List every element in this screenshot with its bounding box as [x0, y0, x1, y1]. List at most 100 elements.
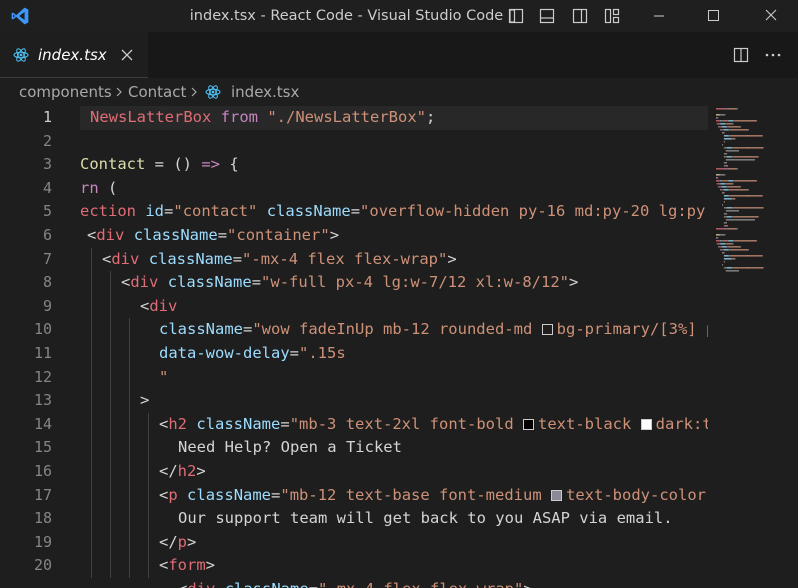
- code-line[interactable]: </p>: [159, 531, 196, 555]
- tab-index-tsx[interactable]: index.tsx: [0, 32, 148, 78]
- code-token: div: [130, 273, 159, 292]
- minimap-mark: [723, 174, 725, 176]
- minimap-mark: [724, 225, 728, 227]
- minimap-mark: [720, 249, 722, 251]
- toggle-panel-icon[interactable]: [539, 8, 555, 24]
- code-token: </: [159, 532, 178, 551]
- minimap-mark: [727, 108, 737, 110]
- minimap-mark: [718, 246, 720, 248]
- minimap-mark: [724, 216, 726, 218]
- code-editor[interactable]: 1 2 3 4 5 6 7 8 9 10 11 12 13 14 15 16 17 18 19 20 NewsLatt…: [0, 106, 798, 588]
- minimap-mark: [725, 156, 727, 158]
- minimap-mark: [736, 168, 738, 170]
- minimap-mark: [726, 207, 727, 209]
- minimap-mark: [731, 267, 733, 269]
- code-token: "w-full px-4 lg:w-7/12 xl:w-8/12": [261, 273, 569, 292]
- code-line[interactable]: <div className="w-full px-4 lg:w-7/12 xl…: [121, 271, 578, 295]
- code-line[interactable]: Need Help? Open a Ticket: [178, 436, 402, 460]
- breadcrumb-components[interactable]: components: [19, 78, 112, 106]
- close-icon[interactable]: [748, 0, 794, 32]
- code-token: ection: [80, 202, 136, 221]
- minimap-mark: [727, 267, 732, 269]
- minimap-mark: [736, 228, 738, 230]
- code-token: =: [309, 580, 318, 588]
- code-line[interactable]: <form>: [159, 554, 215, 578]
- code-token: form: [168, 556, 206, 575]
- breadcrumb-contact[interactable]: Contact: [128, 78, 186, 106]
- minimap-mark: [731, 207, 733, 209]
- toggle-primary-sidebar-icon[interactable]: [508, 8, 524, 24]
- minimize-icon[interactable]: [636, 0, 682, 32]
- minimap-mark: [719, 240, 721, 242]
- code-line[interactable]: ection id="contact" className="overflow-…: [80, 200, 708, 224]
- code-token: rn: [80, 178, 99, 197]
- minimap-mark: [731, 138, 733, 140]
- code-token: className: [133, 226, 218, 244]
- minimap-mark: [729, 195, 747, 197]
- code-token: bg-primary/[3%] py-11 px-8": [556, 320, 708, 339]
- code-line[interactable]: rn (: [80, 177, 117, 201]
- minimap-mark: [725, 243, 727, 245]
- code-line[interactable]: <h2 className="mb-3 text-2xl font-bold t…: [159, 413, 708, 437]
- minimap-mark: [721, 129, 723, 131]
- minimap-mark: [720, 189, 722, 191]
- code-line[interactable]: <div: [140, 295, 177, 319]
- vertical-scrollbar[interactable]: [786, 106, 798, 588]
- code-line[interactable]: Our support team will get back to you AS…: [178, 507, 673, 531]
- code-line[interactable]: data-wow-delay=".15s: [159, 342, 346, 366]
- code-line[interactable]: </h2>: [159, 460, 206, 484]
- minimap-mark: [723, 228, 725, 230]
- close-tab-icon[interactable]: [120, 48, 134, 62]
- minimap-mark: [716, 177, 718, 179]
- code-line[interactable]: ": [159, 366, 168, 390]
- minimap-mark: [722, 192, 723, 194]
- minimap-mark: [724, 165, 728, 167]
- code-token: <: [140, 296, 150, 315]
- split-editor-icon[interactable]: [733, 47, 749, 63]
- line-number: 10: [33, 320, 52, 339]
- minimap-mark: [746, 135, 748, 137]
- minimap-mark: [724, 156, 726, 158]
- minimap-mark: [732, 243, 734, 245]
- minimap-mark: [723, 162, 725, 164]
- minimap-mark: [718, 186, 720, 188]
- more-actions-icon[interactable]: [764, 47, 782, 63]
- code-line[interactable]: <p className="mb-12 text-base font-mediu…: [159, 484, 708, 508]
- minimap-mark: [724, 228, 727, 230]
- minimap-mark: [727, 147, 732, 149]
- code-token: >: [568, 273, 579, 292]
- code-line[interactable]: <div className="-mx-4 flex flex-wrap">: [102, 248, 457, 272]
- maximize-icon[interactable]: [690, 0, 736, 32]
- minimap-mark: [728, 180, 734, 182]
- minimap-mark: [723, 114, 725, 116]
- minimap-mark: [721, 240, 723, 242]
- minimap-mark: [725, 123, 727, 125]
- minimap-mark: [723, 141, 725, 143]
- minimap-mark: [723, 267, 725, 269]
- code-line[interactable]: className="wow fadeInUp mb-12 rounded-md…: [159, 318, 708, 342]
- breadcrumb-file[interactable]: index.tsx: [231, 78, 299, 106]
- minimap-mark: [747, 249, 749, 251]
- code-line[interactable]: <div className="-mx-4 flex flex-wrap">: [178, 578, 533, 588]
- line-number: 3: [42, 155, 52, 174]
- toggle-secondary-sidebar-icon[interactable]: [572, 8, 588, 24]
- code-line[interactable]: <div className="container">: [87, 224, 339, 248]
- code-line[interactable]: >: [140, 389, 149, 413]
- code-line[interactable]: Contact = () => {: [80, 153, 239, 177]
- customize-layout-icon[interactable]: [604, 8, 620, 24]
- code-token: >: [205, 556, 216, 575]
- title-bar: index.tsx - React Code - Visual Studio C…: [0, 0, 798, 32]
- code-line[interactable]: NewsLatterBox from "./NewsLatterBox";: [90, 106, 435, 130]
- minimap-mark: [716, 123, 718, 125]
- minimap-mark: [732, 258, 736, 260]
- code-area[interactable]: NewsLatterBox from "./NewsLatterBox"; Con…: [80, 106, 708, 588]
- minimap-mark: [727, 126, 740, 128]
- code-token: <: [87, 226, 97, 244]
- minimap[interactable]: [712, 106, 784, 286]
- minimap-mark: [718, 126, 720, 128]
- minimap-mark: [720, 120, 722, 122]
- minimap-mark: [729, 249, 748, 251]
- minimap-mark: [717, 183, 720, 185]
- code-token: className: [159, 320, 243, 339]
